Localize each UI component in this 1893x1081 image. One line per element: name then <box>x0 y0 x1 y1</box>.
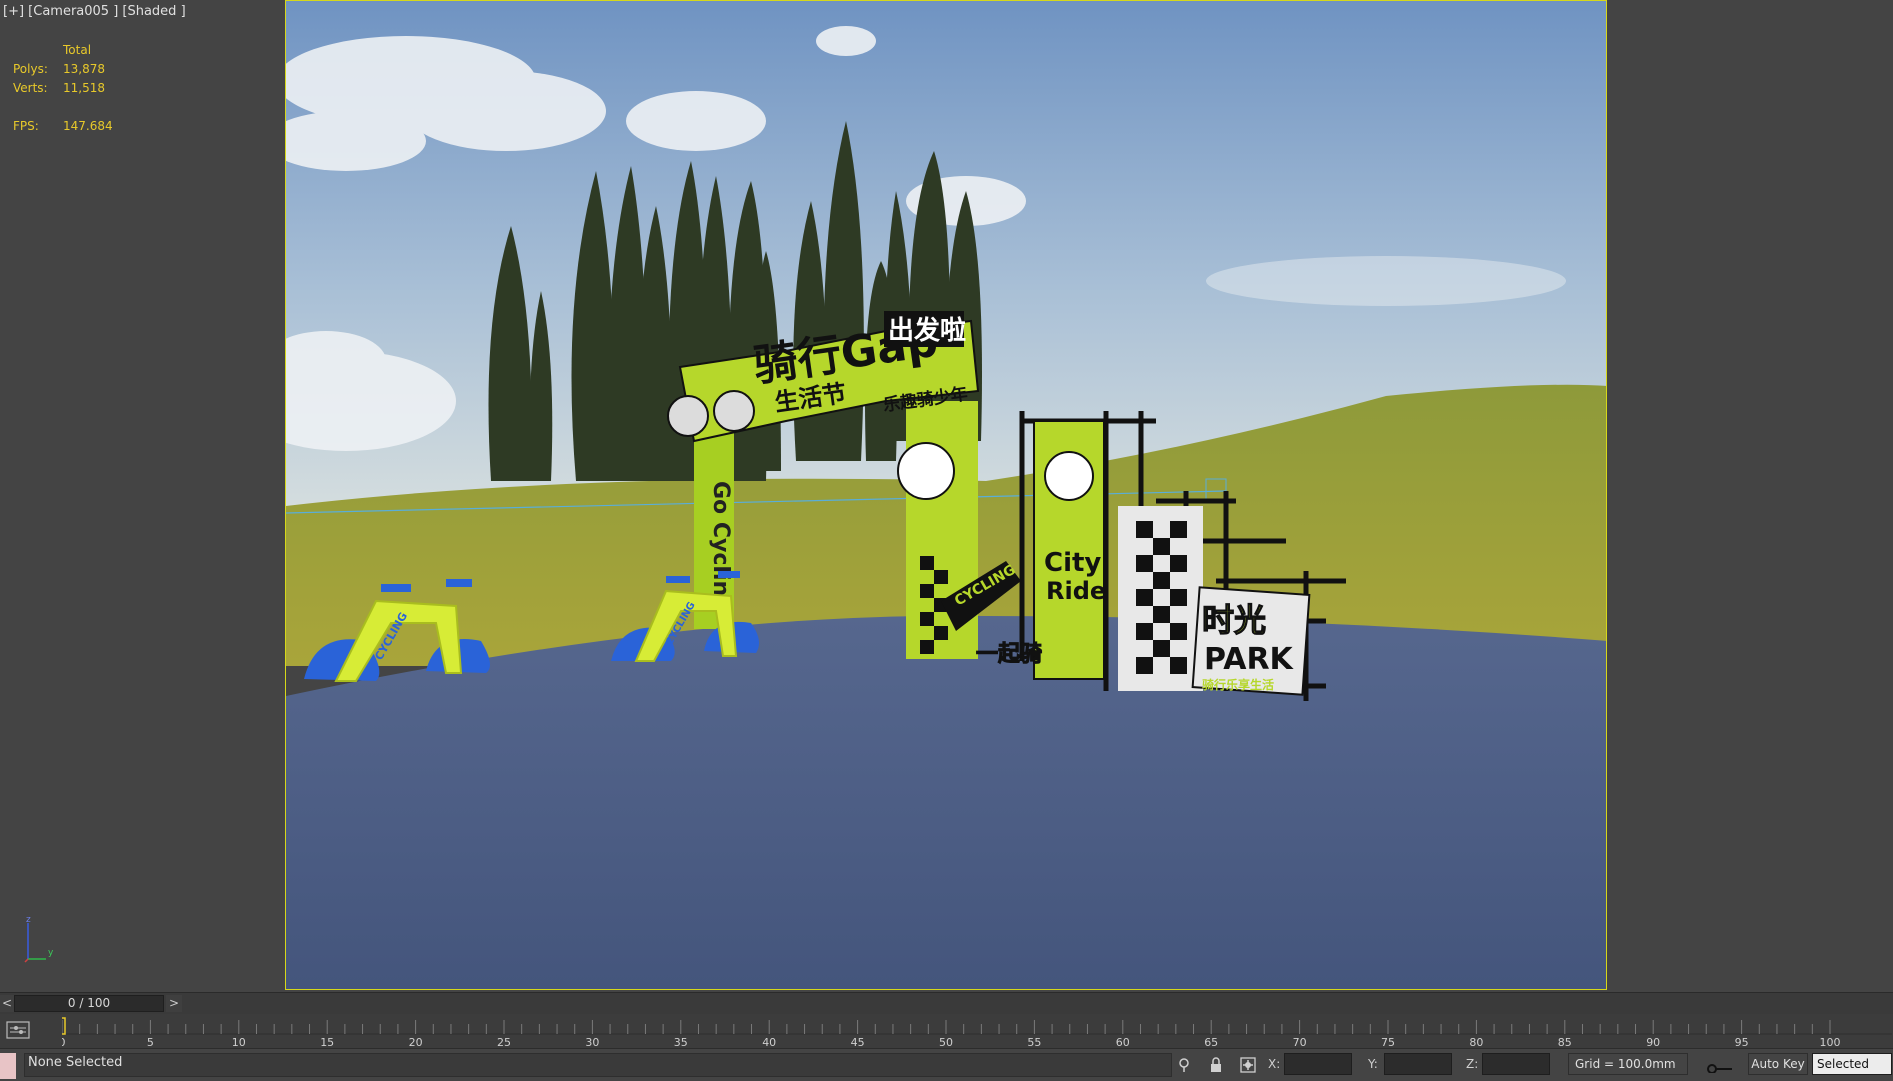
axis-y-label: y <box>48 948 54 958</box>
maxscript-listener-swatch[interactable] <box>0 1053 16 1079</box>
ruler-tick-label: 80 <box>1469 1036 1483 1048</box>
statistics-overlay: Total Polys: 13,878 Verts: 11,518 FPS: 147.… <box>13 41 113 136</box>
sign-park-sub: 骑行乐享生活 <box>1202 677 1274 692</box>
ruler-tick-label: 20 <box>409 1036 423 1048</box>
sign-park-cn: 时光 <box>1202 601 1266 639</box>
selection-status-text: None Selected <box>28 1055 123 1070</box>
absolute-mode-transform-icon[interactable] <box>1240 1057 1256 1073</box>
ruler-tick-label: 5 <box>147 1036 154 1048</box>
axis-z-label: z <box>26 915 31 925</box>
ruler-tick-label: 0 <box>62 1036 66 1048</box>
stats-header: Total <box>63 43 92 57</box>
viewport-panel[interactable]: [+] [Camera005 ] [Shaded ] Total Polys: 1… <box>0 0 1893 992</box>
ruler-tick-label: 55 <box>1027 1036 1041 1048</box>
ruler-tick-label: 15 <box>320 1036 334 1048</box>
fps-value: 147.684 <box>63 119 113 133</box>
z-coord-input[interactable] <box>1482 1053 1550 1075</box>
polys-value: 13,878 <box>63 62 105 76</box>
ruler-tick-label: 100 <box>1820 1036 1841 1048</box>
ruler-tick-label: 75 <box>1381 1036 1395 1048</box>
sign-park: PARK <box>1204 642 1295 677</box>
set-key-icon[interactable] <box>1700 1057 1740 1074</box>
curve-editor-icon[interactable] <box>6 1020 34 1042</box>
x-coord-input[interactable] <box>1284 1053 1352 1075</box>
polys-label: Polys: <box>13 62 48 76</box>
verts-label: Verts: <box>13 81 48 95</box>
selection-status-field <box>24 1053 1172 1077</box>
time-slider-thumb[interactable]: 0 / 100 <box>14 995 164 1012</box>
status-bar: None Selected X: Y: Z: Grid = 100.0mm Au… <box>0 1048 1893 1081</box>
ruler-tick-label: 35 <box>674 1036 688 1048</box>
ruler-tick-label: 90 <box>1646 1036 1660 1048</box>
z-coord-label: Z: <box>1466 1057 1479 1071</box>
grid-spacing-readout: Grid = 100.0mm <box>1568 1053 1688 1075</box>
ruler-tick-label: 40 <box>762 1036 776 1048</box>
time-slider-prev-button[interactable]: < <box>0 995 14 1012</box>
track-bar-ruler[interactable]: 0 5 10 15 20 25 30 35 40 45 50 55 60 65 70 75 80 85 90 95 10… <box>62 1014 1892 1048</box>
time-slider[interactable]: < 0 / 100 > <box>0 992 1893 1015</box>
fps-label: FPS: <box>13 119 39 133</box>
y-coord-label: Y: <box>1368 1057 1378 1071</box>
scene-render: 骑行Gap 生活节 出发啦 乐趣骑少年 Go Cycling City Ride… <box>286 1 1606 989</box>
ruler-tick-label: 50 <box>939 1036 953 1048</box>
camera-render-frame[interactable]: 骑行Gap 生活节 出发啦 乐趣骑少年 Go Cycling City Ride… <box>285 0 1607 990</box>
pillar-text: Go Cycling <box>708 481 733 612</box>
selection-lock-icon[interactable] <box>1208 1057 1224 1073</box>
verts-value: 11,518 <box>63 81 105 95</box>
ruler-tick-label: 10 <box>232 1036 246 1048</box>
ruler-tick-label: 70 <box>1293 1036 1307 1048</box>
auto-key-button[interactable]: Auto Key <box>1748 1053 1808 1075</box>
ruler-tick-label: 95 <box>1735 1036 1749 1048</box>
selection-set-dropdown[interactable]: Selected <box>1812 1053 1892 1075</box>
axis-tripod-icon: z y <box>20 915 60 965</box>
ruler-tick-label: 60 <box>1116 1036 1130 1048</box>
time-slider-next-button[interactable]: > <box>166 995 182 1012</box>
sign-city: City <box>1044 548 1101 578</box>
ruler-tick-label: 65 <box>1204 1036 1218 1048</box>
track-bar[interactable]: 0 5 10 15 20 25 30 35 40 45 50 55 60 65 70 75 80 85 90 95 10… <box>0 1014 1893 1048</box>
ruler-tick-label: 25 <box>497 1036 511 1048</box>
ruler-tick-label: 45 <box>851 1036 865 1048</box>
isolate-selection-icon[interactable] <box>1176 1057 1192 1073</box>
arch-badge: 出发啦 <box>888 315 966 346</box>
ruler-tick-label: 85 <box>1558 1036 1572 1048</box>
y-coord-input[interactable] <box>1384 1053 1452 1075</box>
viewport-label-menu[interactable]: [+] [Camera005 ] [Shaded ] <box>3 4 186 19</box>
sign-yiqi: 一起骑 <box>976 642 1042 667</box>
sign-ride: Ride <box>1046 577 1106 605</box>
ruler-tick-label: 30 <box>585 1036 599 1048</box>
x-coord-label: X: <box>1268 1057 1281 1071</box>
